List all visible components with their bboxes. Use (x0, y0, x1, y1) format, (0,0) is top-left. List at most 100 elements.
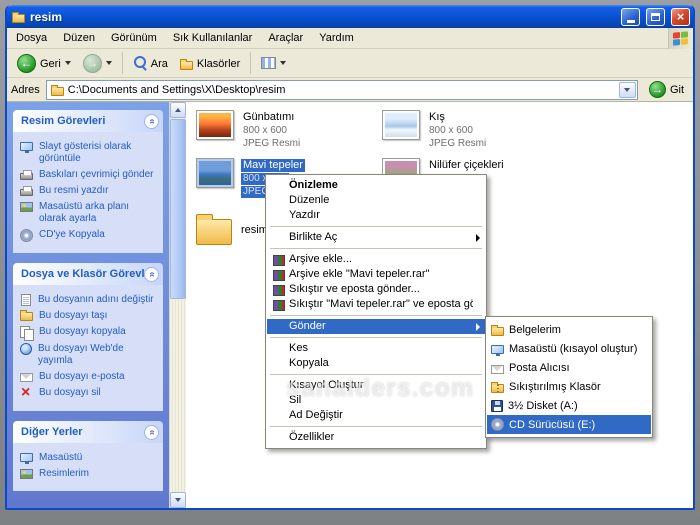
task-order-prints[interactable]: Baskıları çevrimiçi gönder (20, 169, 159, 181)
sendto-cd-surucusu-highlighted[interactable]: CD Sürücüsü (E:) (487, 415, 651, 434)
search-button[interactable]: Ara (128, 54, 173, 72)
window-folder-icon (12, 12, 25, 23)
menu-dosya[interactable]: Dosya (8, 29, 55, 47)
menu-gorunum[interactable]: Görünüm (103, 29, 165, 47)
views-button[interactable] (256, 55, 291, 71)
file-dimensions: 800 x 600 (243, 125, 287, 136)
context-ozellikler[interactable]: Özellikler (267, 430, 485, 445)
task-print-picture[interactable]: Bu resmi yazdır (20, 185, 159, 197)
context-ad-degistir[interactable]: Ad Değiştir (267, 408, 485, 423)
sendto-posta-alicisi[interactable]: Posta Alıcısı (487, 358, 651, 377)
menu-yardim[interactable]: Yardım (311, 29, 362, 47)
winrar-icon (273, 300, 285, 311)
task-copy-file[interactable]: Bu dosyayı kopyala (20, 326, 159, 341)
scroll-down-button[interactable] (170, 492, 186, 508)
panel-file-folder-tasks: Dosya ve Klasör Görevl » Bu dosyanın adı… (13, 263, 163, 411)
menu-duzen[interactable]: Düzen (55, 29, 103, 47)
menu-bar: Dosya Düzen Görünüm Sık Kullanılanlar Ar… (7, 27, 693, 49)
task-copy-to-cd[interactable]: CD'ye Kopyala (20, 229, 159, 242)
menu-item-label: Önizleme (289, 179, 338, 191)
file-dimensions: 800 x 600 (429, 125, 473, 136)
context-kisayol-olustur[interactable]: Kısayol Oluştur (267, 378, 485, 393)
submenu-item-label: Posta Alıcısı (509, 361, 570, 374)
sendto-sikistirilmis-klasor[interactable]: Sıkıştırılmış Klasör (487, 377, 651, 396)
sendto-belgelerim[interactable]: Belgelerim (487, 320, 651, 339)
task-label: Bu dosyayı e-posta (39, 371, 125, 382)
menu-item-label: Yazdır (289, 209, 320, 221)
task-label: Bu dosyanın adını değiştir (38, 294, 154, 305)
context-gonder-highlighted[interactable]: Gönder (267, 319, 485, 334)
title-bar[interactable]: resim × (7, 5, 693, 28)
context-onizleme[interactable]: Önizleme (267, 178, 485, 193)
sendto-disket-a[interactable]: 3½ Disket (A:) (487, 396, 651, 415)
task-publish-web[interactable]: Bu dosyayı Web'de yayımla (20, 343, 159, 367)
back-dropdown-icon[interactable] (64, 61, 71, 65)
menu-separator (270, 315, 482, 316)
go-button[interactable]: → Git (644, 81, 689, 98)
task-delete-file[interactable]: Bu dosyayı sil (20, 387, 159, 400)
task-email-file[interactable]: Bu dosyayı e-posta (20, 371, 159, 383)
task-label: Masaüstü arka planı olarak ayarla (39, 201, 130, 224)
address-label: Adres (11, 83, 40, 96)
panel-picture-tasks: Resim Görevleri » Slayt gösterisi olarak… (13, 110, 163, 253)
file-kis[interactable]: Kış 800 x 600 JPEG Resmi (382, 110, 564, 150)
scroll-up-button[interactable] (170, 102, 186, 118)
delete-icon (20, 387, 33, 400)
place-label: Masaüstü (39, 452, 83, 463)
minimize-button[interactable] (621, 7, 640, 26)
task-move-file[interactable]: Bu dosyayı taşı (20, 310, 159, 322)
task-set-wallpaper[interactable]: Masaüstü arka planı olarak ayarla (20, 201, 159, 225)
context-kes[interactable]: Kes (267, 341, 485, 356)
task-label: Slayt gösterisi olarak görüntüle (39, 141, 132, 164)
task-view-slideshow[interactable]: Slayt gösterisi olarak görüntüle (20, 141, 159, 165)
panel-title: Dosya ve Klasör Görevl (21, 268, 144, 280)
search-label: Ara (150, 57, 168, 70)
context-yazdir[interactable]: Yazdır (267, 208, 485, 223)
rename-icon (21, 294, 31, 306)
file-gunbatimi[interactable]: Günbatımı 800 x 600 JPEG Resmi (196, 110, 378, 150)
address-input[interactable] (67, 81, 615, 98)
context-arsive-ekle-rar[interactable]: Arşive ekle "Mavi tepeler.rar" (267, 267, 485, 282)
context-duzenle[interactable]: Düzenle (267, 193, 485, 208)
context-sikistir-rar-eposta[interactable]: Sıkıştır "Mavi tepeler.rar" ve eposta gö… (267, 297, 485, 312)
winrar-icon (273, 270, 285, 281)
menu-separator (270, 337, 482, 338)
folders-button[interactable]: Klasörler (175, 55, 245, 72)
context-sikistir-eposta[interactable]: Sıkıştır ve eposta gönder... (267, 282, 485, 297)
panel-file-folder-tasks-header[interactable]: Dosya ve Klasör Görevl » (13, 263, 163, 285)
taskpane-scrollbar[interactable] (169, 102, 186, 508)
sendto-masaustu[interactable]: Masaüstü (kısayol oluştur) (487, 339, 651, 358)
forward-button[interactable]: → (78, 52, 117, 75)
task-rename-file[interactable]: Bu dosyanın adını değiştir (20, 294, 159, 306)
forward-dropdown-icon[interactable] (105, 61, 112, 65)
views-dropdown-icon[interactable] (280, 61, 287, 65)
context-birlikte-ac[interactable]: Birlikte Aç (267, 230, 485, 245)
image-thumbnail-icon (382, 110, 420, 140)
context-kopyala[interactable]: Kopyala (267, 356, 485, 371)
back-icon: ← (17, 53, 36, 73)
collapse-chevron-icon[interactable]: » (144, 424, 159, 440)
close-button[interactable]: × (671, 7, 690, 26)
windows-logo (668, 27, 692, 49)
menu-araclar[interactable]: Araçlar (260, 29, 311, 47)
maximize-button[interactable] (646, 7, 665, 26)
order-prints-icon (20, 170, 33, 180)
collapse-chevron-icon[interactable]: » (144, 266, 159, 282)
panel-picture-tasks-header[interactable]: Resim Görevleri » (13, 110, 163, 132)
scroll-thumb[interactable] (170, 119, 186, 299)
place-my-pictures[interactable]: Resimlerim (20, 468, 159, 480)
move-icon (20, 310, 33, 321)
address-dropdown-button[interactable] (618, 81, 636, 98)
file-type: JPEG Resmi (243, 138, 301, 149)
panel-other-places-header[interactable]: Diğer Yerler » (13, 421, 163, 443)
context-arsive-ekle[interactable]: Arşive ekle... (267, 252, 485, 267)
place-desktop[interactable]: Masaüstü (20, 452, 159, 464)
print-icon (20, 186, 33, 196)
context-sil[interactable]: Sil (267, 393, 485, 408)
menu-item-label: Özellikler (289, 431, 335, 443)
back-button[interactable]: ← Geri (12, 52, 76, 75)
menu-sik-kullanilanlar[interactable]: Sık Kullanılanlar (165, 29, 261, 47)
menu-item-label: Sil (289, 394, 302, 406)
collapse-chevron-icon[interactable]: » (144, 113, 159, 129)
submenu-item-label: Masaüstü (kısayol oluştur) (509, 342, 638, 355)
